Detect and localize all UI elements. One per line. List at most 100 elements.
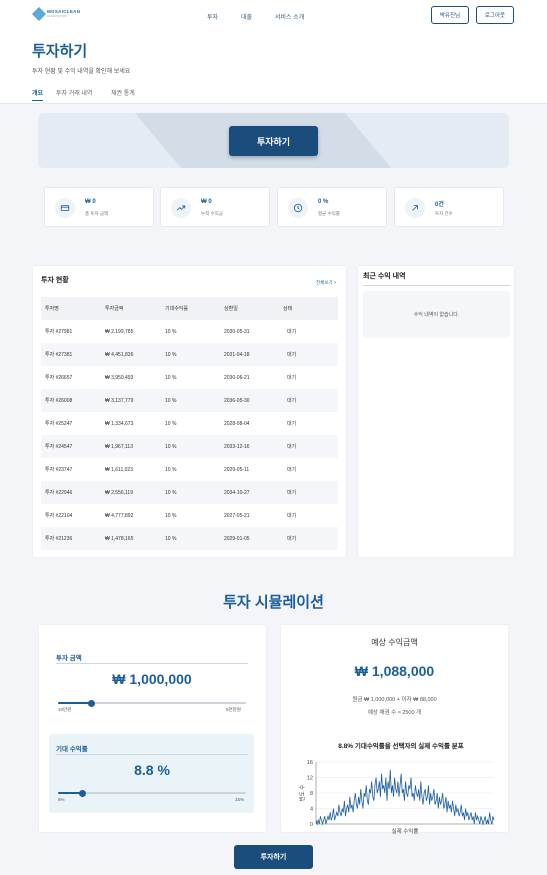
expected-return: 10 % [165, 466, 177, 473]
repayment-date: 2034-10-27 [220, 481, 279, 504]
stat-value: 0건 [435, 202, 444, 208]
rate-slider-thumb[interactable] [78, 789, 86, 797]
investment-status-title: 투자 현황 [41, 277, 69, 284]
divider [363, 285, 510, 286]
stat-value: ₩ 0 [85, 199, 96, 205]
column-header: 투자금액 [101, 297, 161, 320]
distribution-line [315, 769, 495, 826]
investment-amount: ₩ 1,478,165 [101, 527, 161, 550]
stat-total-investment: ₩ 0 총 투자 금액 [44, 187, 154, 227]
repayment-date: 2029-05-11 [224, 466, 250, 473]
stat-label: 투자 건수 [435, 211, 453, 216]
status: 대기 [279, 481, 338, 504]
result-label: 예상 수익금액 [371, 638, 418, 647]
nav-loan[interactable]: 대출 [241, 12, 252, 21]
status: 대기 [287, 513, 297, 519]
tab-overview[interactable]: 개요 [32, 88, 44, 101]
expected-return: 10 % [165, 420, 177, 427]
repayment-date: 2027-05-21 [224, 512, 250, 519]
status: 대기 [287, 375, 297, 381]
table-row[interactable]: 투자 #26008 ₩ 3,137,779 10 % 2036-05-30 대기 [41, 389, 338, 412]
table-row[interactable]: 투자 #27981 ₩ 2,199,785 10 % 2030-05-31 대기 [41, 320, 338, 343]
stat-label: 누적 수익금 [201, 211, 223, 216]
column-header: 기대수익률 [161, 297, 220, 320]
status: 대기 [279, 389, 338, 412]
investment-name: 투자 #27381 [41, 343, 101, 366]
expected-return: 10 % [161, 435, 220, 458]
investment-name: 투자 #21236 [41, 527, 101, 550]
banner-invest-button[interactable]: 투자하기 [229, 126, 318, 156]
stat-value: ₩ 0 [201, 199, 212, 205]
bond-count: 예상 채권 수 ≈ 2500 개 [367, 710, 422, 716]
result-detail: 원금 ₩ 1,000,000 + 이자 ₩ 88,000 [352, 697, 437, 703]
page-title: 투자하기 [32, 43, 88, 60]
investment-amount: ₩ 2,556,119 [101, 481, 161, 504]
investment-amount: ₩ 4,451,826 [101, 343, 161, 366]
arrow-up-right-icon [405, 198, 425, 218]
y-tick-label: 8 [310, 791, 313, 797]
simulation-invest-button[interactable]: 투자하기 [234, 845, 313, 869]
return-distribution-chart: 8.8% 기대수익률을 선택자의 실제 수익률 분포 0 4 8 12 16 빈도 수실제 … [298, 741, 495, 834]
table-row[interactable]: 투자 #26657 ₩ 3,950,493 10 % 2030-06-21 대기 [41, 366, 338, 389]
table-row[interactable]: 투자 #23747 ₩ 1,611,023 10 % 2029-05-11 대기 [41, 458, 338, 481]
view-all-link[interactable]: 전체보기 > [316, 280, 336, 286]
repayment-date: 2030-06-21 [224, 374, 250, 381]
y-tick-label: 12 [307, 776, 313, 782]
expected-return: 10 % [161, 481, 220, 504]
trending-up-icon [171, 198, 191, 218]
column-header: 상환일 [220, 297, 279, 320]
investment-name: 투자 #24547 [41, 435, 101, 458]
amount-min-label: 10만원 [58, 707, 72, 712]
expected-return: 10 % [161, 389, 220, 412]
column-header: 상태 [279, 297, 338, 320]
investment-name: 투자 #25247 [45, 421, 73, 427]
status: 대기 [279, 527, 338, 550]
y-tick-label: 16 [307, 760, 313, 766]
table-row[interactable]: 투자 #22104 ₩ 4,777,892 10 % 2027-05-21 대기 [41, 504, 338, 527]
tab-transactions[interactable]: 투자 거래 내역 [56, 88, 92, 100]
status: 대기 [287, 329, 297, 335]
table-header-row: 투자명 투자금액 기대수익률 상환일 상태 [41, 297, 338, 320]
expected-return: 10 % [165, 374, 177, 381]
simulation-title: 투자 시뮬레이션 [223, 594, 324, 611]
expected-return: 10 % [165, 512, 177, 519]
table-row[interactable]: 투자 #22946 ₩ 2,556,119 10 % 2034-10-27 대기 [41, 481, 338, 504]
amount-slider[interactable] [58, 699, 246, 707]
table-row[interactable]: 투자 #27381 ₩ 4,451,826 10 % 2031-04-18 대기 [41, 343, 338, 366]
investment-amount: ₩ 3,137,779 [101, 389, 161, 412]
user-button[interactable]: 박유진님 [431, 6, 469, 24]
page-subtitle: 투자 현황 및 수익 내역을 확인해 보세요 [32, 69, 131, 75]
table-row[interactable]: 투자 #21236 ₩ 1,478,165 10 % 2029-01-05 대기 [41, 527, 338, 550]
repayment-date: 2031-04-18 [220, 343, 279, 366]
investment-amount: ₩ 4,777,892 [105, 512, 134, 519]
amount-slider-thumb[interactable] [88, 699, 96, 707]
table-row[interactable]: 투자 #25247 ₩ 1,334,673 10 % 2028-08-04 대기 [41, 412, 338, 435]
logout-button[interactable]: 로그아웃 [476, 6, 514, 24]
logo-subtitle: HONEYWORK [47, 14, 68, 19]
nav-invest[interactable]: 투자 [207, 12, 218, 21]
rate-label: 기대 수익률 [56, 746, 88, 753]
investment-name: 투자 #26008 [41, 389, 101, 412]
rate-slider[interactable] [58, 789, 246, 797]
tab-bond-stats[interactable]: 채권 통계 [111, 88, 135, 100]
investment-name: 투자 #27981 [45, 329, 73, 335]
investment-name: 투자 #26657 [45, 375, 73, 381]
table-row[interactable]: 투자 #24547 ₩ 1,967,113 10 % 2033-12-16 대기 [41, 435, 338, 458]
rate-max-label: 15% [235, 797, 245, 802]
nav-service-intro[interactable]: 서비스 소개 [275, 12, 304, 21]
recent-income-title: 최근 수익 내역 [363, 273, 406, 280]
expected-return: 10 % [165, 328, 177, 335]
rate-min-label: 6% [58, 797, 65, 802]
stat-label: 총 투자 금액 [85, 211, 109, 216]
chart-title: 8.8% 기대수익률을 선택자의 실제 수익률 분포 [338, 741, 464, 750]
expected-return: 10 % [161, 527, 220, 550]
investment-name: 투자 #22104 [45, 513, 73, 519]
repayment-date: 2030-05-31 [224, 328, 250, 335]
logo[interactable]: MOSAICLEAN HONEYWORK [31, 6, 80, 22]
empty-income-message: 수익 내역이 없습니다. [363, 291, 510, 338]
logo-mark-icon [31, 6, 47, 22]
y-tick-label: 4 [310, 807, 313, 813]
amount-max-label: 5천만원 [226, 707, 241, 712]
investment-amount: ₩ 3,950,493 [105, 374, 134, 381]
investment-amount: ₩ 1,967,113 [101, 435, 161, 458]
